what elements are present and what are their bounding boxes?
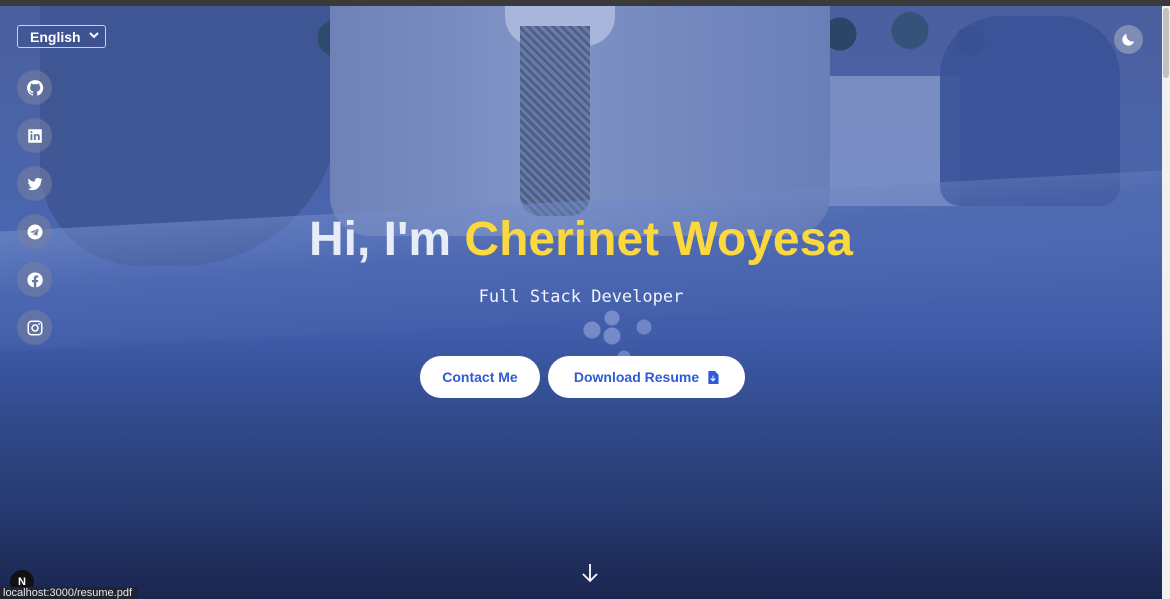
hero-headline: Hi, I'm Cherinet Woyesa (0, 212, 1162, 267)
page-scrollbar[interactable] (1162, 6, 1170, 599)
instagram-link[interactable] (17, 310, 52, 345)
browser-status-url: localhost:3000/resume.pdf (0, 587, 139, 599)
background-photo-tie (520, 26, 590, 216)
twitter-icon (27, 177, 42, 190)
github-link[interactable] (17, 70, 52, 105)
language-select[interactable]: English (17, 25, 106, 48)
download-resume-label: Download Resume (573, 369, 700, 385)
instagram-icon (27, 320, 42, 335)
github-icon (26, 79, 43, 96)
contact-button[interactable]: Contact Me (420, 356, 540, 398)
contact-button-label: Contact Me (442, 369, 518, 385)
download-resume-button[interactable]: Download Resume (548, 356, 745, 398)
language-select-value: English (30, 28, 81, 45)
chevron-down-icon (89, 31, 99, 42)
hero-name: Cherinet Woyesa (464, 213, 853, 266)
linkedin-icon (27, 128, 42, 143)
file-download-icon (708, 370, 719, 384)
hero-greeting: Hi, I'm (308, 213, 465, 266)
moon-icon (1122, 33, 1135, 46)
scroll-down-arrow-icon[interactable] (580, 563, 600, 583)
facebook-icon (26, 271, 43, 287)
theme-toggle-button[interactable] (1114, 25, 1143, 54)
scrollbar-thumb[interactable] (1163, 8, 1169, 78)
hero-subtitle: Full Stack Developer (478, 287, 684, 307)
linkedin-link[interactable] (17, 118, 52, 153)
twitter-link[interactable] (17, 166, 52, 201)
